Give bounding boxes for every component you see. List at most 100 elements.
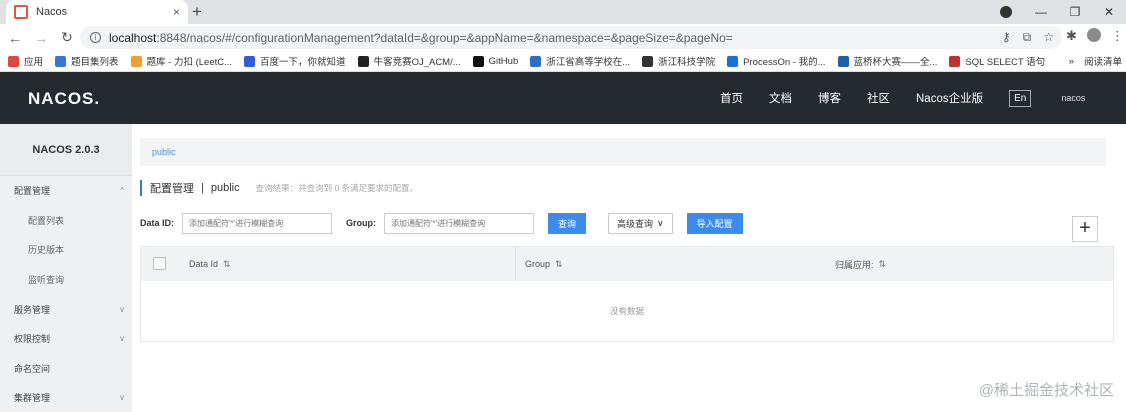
sort-icon[interactable]: ⇅ <box>223 259 231 270</box>
more-bookmarks-icon[interactable]: » <box>1069 56 1074 67</box>
new-tab-button[interactable]: + <box>192 2 202 22</box>
bookmark-favicon-icon <box>357 55 369 67</box>
sidebar-item[interactable]: 配置管理 ^ <box>0 176 132 206</box>
sidebar-item-label: 配置列表 <box>28 215 65 226</box>
bookmark-item[interactable]: 应用 <box>8 54 43 68</box>
profile-indicator-icon[interactable] <box>1000 6 1012 18</box>
more-menu-icon[interactable]: ⋮ <box>1111 28 1124 44</box>
group-input[interactable] <box>384 212 535 234</box>
sidebar-item[interactable]: 配置列表 <box>0 206 132 236</box>
empty-state: 没有数据 <box>609 306 644 316</box>
omnibox-actions: ⚷ ⧉ ☆ <box>1002 30 1054 45</box>
column-app[interactable]: 归属应用: ⇅ <box>835 247 886 281</box>
bookmark-item[interactable]: 蓝桥杯大赛——全... <box>837 54 937 68</box>
reload-button[interactable]: ↻ <box>56 29 78 46</box>
bookmark-label: 题目集列表 <box>71 57 119 68</box>
translate-icon[interactable]: ⧉ <box>1023 30 1032 45</box>
config-table: Data Id ⇅ Group ⇅ 归属应用: ⇅ 没有数据 <box>140 246 1114 342</box>
current-namespace: public <box>210 182 240 194</box>
language-switch-button[interactable]: En <box>1009 89 1032 107</box>
sort-icon[interactable]: ⇅ <box>879 259 887 270</box>
nav-docs[interactable]: 文档 <box>769 90 792 106</box>
sidebar-item-label: 服务管理 <box>14 304 51 315</box>
browser-toolbar: ← → ↻ i localhost:8848/nacos/#/configura… <box>0 24 1126 51</box>
bookmark-item[interactable]: 牛客竞赛OJ_ACM/... <box>357 54 461 68</box>
user-name[interactable]: nacos <box>1061 93 1085 103</box>
chevron-up-icon: ^ <box>120 186 124 196</box>
nav-enterprise[interactable]: Nacos企业版 <box>916 90 983 106</box>
add-config-button[interactable]: + <box>1072 216 1098 242</box>
advanced-search-button[interactable]: 高级查询 ∨ <box>608 212 673 234</box>
column-app-label: 归属应用: <box>835 259 874 270</box>
browser-tab[interactable]: Nacos × <box>6 0 188 24</box>
nav-home[interactable]: 首页 <box>720 90 743 106</box>
nav-blog[interactable]: 博客 <box>818 90 841 106</box>
top-nav: 首页 文档 博客 社区 Nacos企业版 En nacos <box>720 72 1111 124</box>
bookmark-favicon-icon <box>130 55 142 67</box>
bookmark-label: 浙江省高等学校在... <box>546 57 631 68</box>
sidebar-menu: 配置管理 ^ 配置列表历史版本 监听查询服务管理 v 权限控制 v 命名空间集群管理 v <box>0 176 132 412</box>
table-header: Data Id ⇅ Group ⇅ 归属应用: ⇅ <box>141 247 1113 281</box>
bookmark-label: 浙江科技学院 <box>658 57 716 68</box>
site-info-icon[interactable]: i <box>90 32 101 43</box>
sidebar-item-label: 集群管理 <box>14 393 51 404</box>
bookmark-item[interactable]: GitHub <box>472 55 519 67</box>
sidebar-item[interactable]: 集群管理 v <box>0 383 132 412</box>
bookmark-item[interactable]: 题库 - 力扣 (LeetC... <box>130 54 232 68</box>
bookmark-favicon-icon <box>530 55 542 67</box>
namespace-tab-public[interactable]: public <box>152 147 176 157</box>
minimize-button[interactable]: — <box>1024 5 1058 19</box>
search-button[interactable]: 查询 <box>548 212 587 234</box>
window-controls: — ❐ ✕ <box>1000 0 1126 24</box>
bookmark-item[interactable]: 浙江省高等学校在... <box>530 54 630 68</box>
reading-list-button[interactable]: 阅读清单 <box>1084 54 1122 68</box>
extensions-icon[interactable]: ✱ <box>1066 28 1077 44</box>
url-host: localhost <box>109 30 157 45</box>
bookmark-star-icon[interactable]: ☆ <box>1043 30 1054 45</box>
sidebar-item[interactable]: 监听查询 <box>0 265 132 295</box>
import-config-button[interactable]: 导入配置 <box>686 212 743 234</box>
sidebar-item[interactable]: 历史版本 <box>0 235 132 265</box>
chevron-down-icon: v <box>120 393 124 403</box>
nav-community[interactable]: 社区 <box>867 90 890 106</box>
toolbar-right: ✱ ⋮ <box>1066 28 1124 44</box>
sidebar-item[interactable]: 服务管理 v <box>0 294 132 324</box>
column-group[interactable]: Group ⇅ <box>525 247 563 281</box>
page-title-text: 配置管理 <box>150 183 194 195</box>
bookmark-label: GitHub <box>488 55 519 67</box>
nacos-logo[interactable]: NACOS. <box>28 89 100 109</box>
chevron-down-icon: v <box>120 304 124 314</box>
chevron-down-icon: ∨ <box>657 217 664 228</box>
bookmark-favicon-icon <box>55 55 67 67</box>
avatar[interactable] <box>1086 28 1101 42</box>
bookmark-item[interactable]: ProcessOn - 我的... <box>727 54 826 68</box>
dataid-input[interactable] <box>182 212 333 234</box>
watermark: @稀土掘金技术社区 <box>978 382 1114 399</box>
sidebar-item[interactable]: 命名空间 <box>0 354 132 384</box>
url-text[interactable]: localhost:8848/nacos/#/configurationMana… <box>109 31 733 45</box>
bookmark-item[interactable]: SQL SELECT 语句 <box>949 54 1045 68</box>
sort-icon[interactable]: ⇅ <box>555 259 563 270</box>
bookmark-item[interactable]: 百度一下，你就知道 <box>244 54 346 68</box>
close-window-button[interactable]: ✕ <box>1092 5 1126 19</box>
address-bar[interactable]: i localhost:8848/nacos/#/configurationMa… <box>80 26 1062 49</box>
filter-bar: Data ID: Group: 查询 高级查询∨ 导入配置 <box>140 212 765 234</box>
nacos-header: NACOS. 首页 文档 博客 社区 Nacos企业版 En nacos <box>0 72 1126 124</box>
select-all-checkbox[interactable] <box>153 257 166 270</box>
bookmark-favicon-icon <box>727 55 739 67</box>
bookmark-label: 百度一下，你就知道 <box>260 57 346 68</box>
tab-close-icon[interactable]: × <box>173 5 180 19</box>
title-separator: | <box>201 182 204 194</box>
bookmark-label: 应用 <box>24 57 44 68</box>
forward-button[interactable]: → <box>30 30 52 46</box>
bookmark-item[interactable]: 题目集列表 <box>55 54 119 68</box>
bookmarks-bar: 应用 题目集列表 题库 - 力扣 (LeetC... 百度一下，你就知道 牛客竞赛OJ_… <box>0 51 1126 72</box>
maximize-button[interactable]: ❐ <box>1058 5 1092 19</box>
key-icon[interactable]: ⚷ <box>1002 30 1011 45</box>
sidebar-item[interactable]: 权限控制 v <box>0 324 132 354</box>
advanced-search-label: 高级查询 <box>617 218 654 229</box>
back-button[interactable]: ← <box>4 30 26 46</box>
column-dataid[interactable]: Data Id ⇅ <box>189 247 231 281</box>
bookmark-favicon-icon <box>244 55 256 67</box>
bookmark-item[interactable]: 浙江科技学院 <box>642 54 715 68</box>
